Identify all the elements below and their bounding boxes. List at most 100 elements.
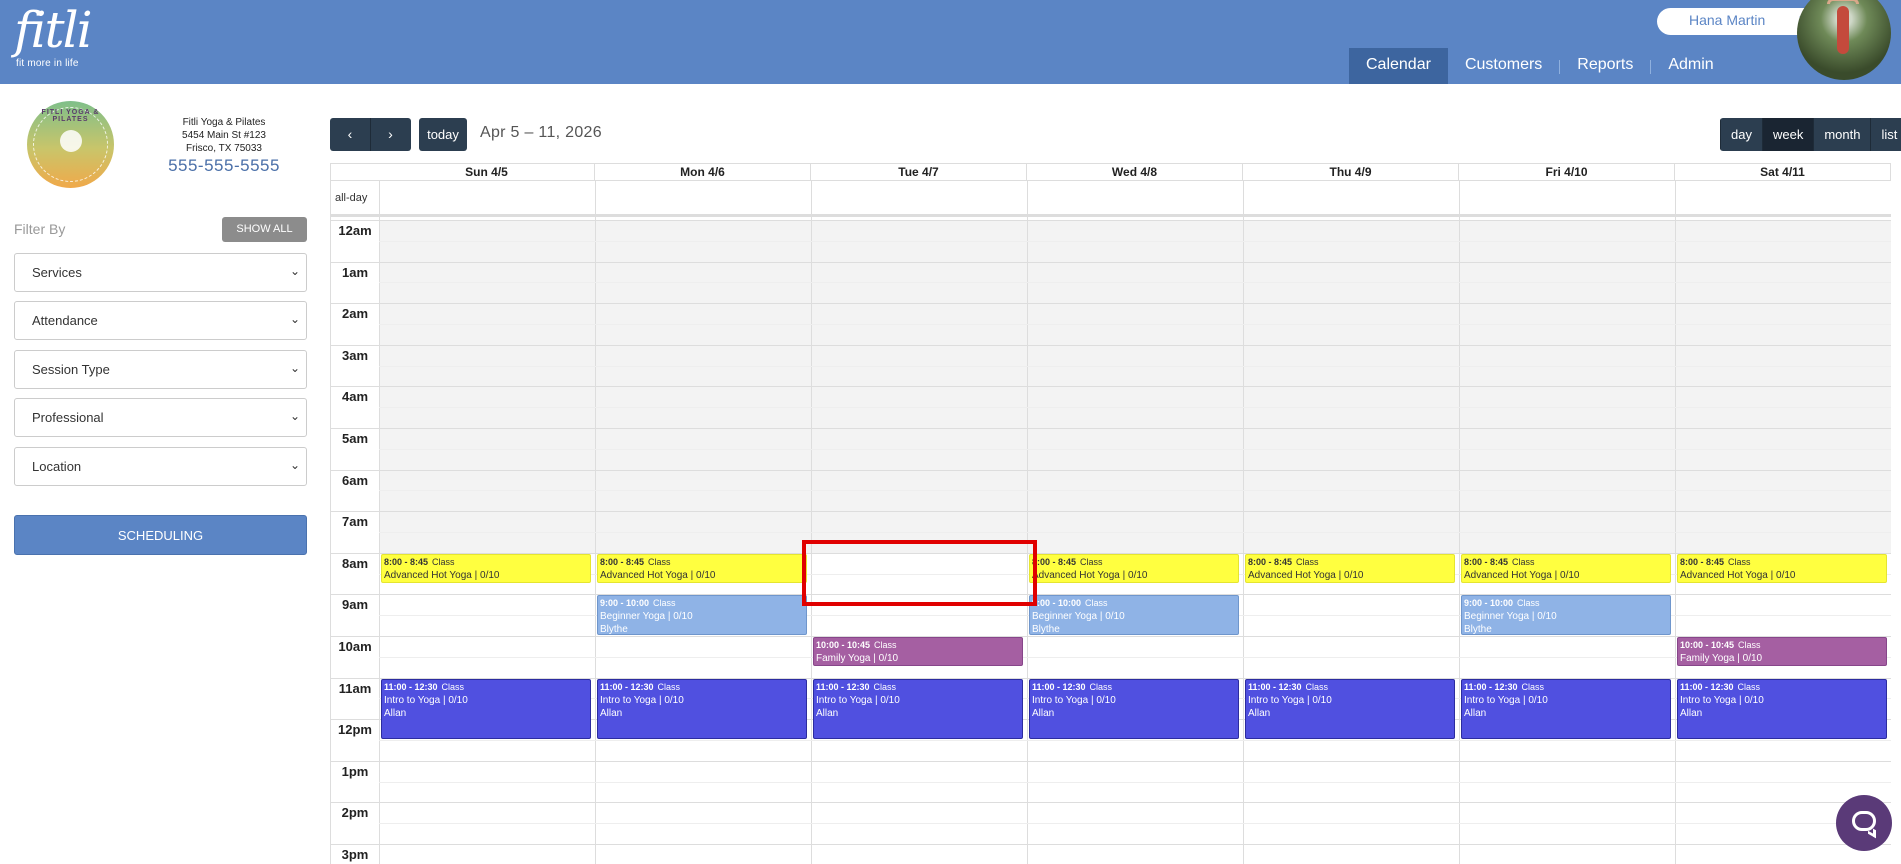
hour-line: [331, 844, 1891, 845]
nav-calendar[interactable]: Calendar: [1349, 48, 1448, 84]
event-instructor: Allan: [1032, 707, 1055, 719]
calendar-event[interactable]: 8:00 - 8:45 Class Advanced Hot Yoga | 0/10: [381, 553, 591, 583]
logo-tagline: fit more in life: [16, 58, 79, 69]
filter-location[interactable]: Location ⌄: [14, 447, 307, 486]
event-title: Advanced Hot Yoga | 0/10: [600, 569, 716, 581]
event-instructor: Allan: [1464, 707, 1487, 719]
view-week[interactable]: week: [1761, 118, 1814, 151]
nav-reports[interactable]: Reports: [1560, 48, 1650, 84]
calendar-event[interactable]: 11:00 - 12:30 Class Intro to Yoga | 0/10 Al…: [381, 678, 591, 739]
filter-professional[interactable]: Professional ⌄: [14, 398, 307, 437]
prev-button[interactable]: ‹: [330, 118, 370, 151]
studio-name: Fitli Yoga & Pilates: [182, 117, 266, 128]
filter-session-type[interactable]: Session Type ⌄: [14, 350, 307, 389]
today-button[interactable]: today: [419, 118, 467, 151]
event-time: 8:00 - 8:45: [1464, 556, 1509, 567]
calendar-event[interactable]: 11:00 - 12:30 Class Intro to Yoga | 0/10 Al…: [1461, 678, 1671, 739]
event-kind: Class: [1305, 681, 1329, 692]
event-time: 11:00 - 12:30: [1464, 681, 1518, 692]
day-header[interactable]: Sun 4/5: [379, 164, 595, 180]
avatar[interactable]: [1797, 0, 1891, 80]
calendar-event[interactable]: 11:00 - 12:30 Class Intro to Yoga | 0/10 Al…: [813, 678, 1023, 739]
calendar-event[interactable]: 11:00 - 12:30 Class Intro to Yoga | 0/10 Al…: [1245, 678, 1455, 739]
day-header[interactable]: Wed 4/8: [1027, 164, 1243, 180]
event-title: Advanced Hot Yoga | 0/10: [1464, 569, 1580, 581]
show-all-button[interactable]: SHOW ALL: [222, 217, 307, 242]
main-nav: Calendar Customers Reports Admin: [1349, 48, 1731, 84]
event-time: 11:00 - 12:30: [1248, 681, 1302, 692]
event-instructor: Blythe: [1032, 624, 1060, 635]
half-hour-line: [379, 448, 1891, 450]
calendar-event[interactable]: 11:00 - 12:30 Class Intro to Yoga | 0/10 Al…: [1677, 678, 1887, 739]
hour-label: 12am: [338, 223, 372, 238]
nav-admin[interactable]: Admin: [1651, 48, 1730, 84]
view-month[interactable]: month: [1813, 118, 1871, 151]
calendar-event[interactable]: 9:00 - 10:00 Class Beginner Yoga | 0/10 Bly…: [1461, 595, 1671, 635]
calendar-event[interactable]: 9:00 - 10:00 Class Beginner Yoga | 0/10 Bly…: [1029, 595, 1239, 635]
chat-button[interactable]: [1836, 795, 1892, 851]
filter-label: Attendance: [32, 313, 98, 328]
studio-phone[interactable]: 555-555-5555: [150, 156, 298, 176]
calendar-event[interactable]: 8:00 - 8:45 Class Advanced Hot Yoga | 0/10: [1245, 553, 1455, 583]
view-day[interactable]: day: [1720, 118, 1762, 151]
avatar-arms: [1827, 0, 1859, 4]
hour-line: [331, 428, 1891, 429]
event-time-line: 11:00 - 12:30 Class: [1248, 681, 1452, 694]
event-title: Intro to Yoga | 0/10: [816, 694, 900, 706]
half-hour-line: [379, 823, 1891, 825]
studio-address-line1: 5454 Main St #123: [182, 130, 266, 141]
next-button[interactable]: ›: [370, 118, 410, 151]
avatar-figure: [1837, 6, 1849, 54]
event-title: Beginner Yoga | 0/10: [600, 611, 693, 623]
hour-label: 1am: [341, 264, 369, 280]
event-kind: Class: [653, 598, 676, 609]
half-hour-line: [379, 532, 1891, 533]
filter-label: Location: [32, 459, 82, 474]
event-time-line: 10:00 - 10:45 Class: [816, 639, 1020, 652]
event-time-line: 9:00 - 10:00 Class: [1032, 597, 1236, 610]
hour-label: 2am: [341, 306, 369, 322]
hour-label: 12pm: [338, 722, 372, 738]
filter-attendance[interactable]: Attendance ⌄: [14, 301, 307, 340]
event-time-line: 11:00 - 12:30 Class: [600, 681, 804, 694]
event-title: Advanced Hot Yoga | 0/10: [384, 569, 500, 581]
logo-word: fitli: [14, 1, 93, 59]
event-time: 8:00 - 8:45: [1248, 556, 1293, 567]
scheduling-button[interactable]: SCHEDULING: [14, 515, 307, 555]
event-instructor: Allan: [1680, 707, 1703, 719]
filter-services[interactable]: Services ⌄: [14, 253, 307, 292]
fitli-logo[interactable]: fitli fit more in life: [14, 1, 104, 72]
calendar-event[interactable]: 8:00 - 8:45 Class Advanced Hot Yoga | 0/10: [1677, 553, 1887, 583]
day-header[interactable]: Tue 4/7: [811, 164, 1027, 180]
event-kind: Class: [648, 556, 671, 567]
event-kind: Class: [1080, 556, 1103, 567]
all-day-row[interactable]: [331, 180, 1891, 217]
calendar-event[interactable]: 10:00 - 10:45 Class Family Yoga | 0/10: [1677, 637, 1887, 667]
event-kind: Class: [1521, 681, 1545, 692]
day-header[interactable]: Sat 4/11: [1675, 164, 1891, 180]
hour-label: 9am: [341, 597, 369, 613]
day-header[interactable]: Mon 4/6: [595, 164, 811, 180]
hour-label: 2pm: [341, 805, 369, 821]
calendar-event[interactable]: 8:00 - 8:45 Class Advanced Hot Yoga | 0/10: [597, 553, 807, 583]
event-title: Family Yoga | 0/10: [816, 653, 899, 664]
calendar-event[interactable]: 8:00 - 8:45 Class Advanced Hot Yoga | 0/10: [1461, 553, 1671, 583]
event-time: 11:00 - 12:30: [1032, 681, 1086, 692]
nav-customers[interactable]: Customers: [1448, 48, 1559, 84]
event-instructor: Allan: [1248, 707, 1271, 719]
event-kind: Class: [1738, 640, 1761, 650]
event-kind: Class: [1512, 556, 1535, 567]
day-header[interactable]: Fri 4/10: [1459, 164, 1675, 180]
calendar-event[interactable]: 8:00 - 8:45 Class Advanced Hot Yoga | 0/10: [1029, 553, 1239, 583]
event-time-line: 8:00 - 8:45 Class: [1680, 556, 1884, 569]
calendar-event[interactable]: 11:00 - 12:30 Class Intro to Yoga | 0/10 Al…: [1029, 678, 1239, 739]
event-kind: Class: [874, 640, 897, 650]
event-title: Advanced Hot Yoga | 0/10: [1248, 569, 1364, 581]
event-kind: Class: [1296, 556, 1319, 567]
calendar-event[interactable]: 11:00 - 12:30 Class Intro to Yoga | 0/10 Al…: [597, 678, 807, 739]
studio-info: Fitli Yoga & Pilates 5454 Main St #123 F…: [150, 116, 298, 155]
calendar-event[interactable]: 9:00 - 10:00 Class Beginner Yoga | 0/10 Bly…: [597, 595, 807, 635]
calendar-event[interactable]: 10:00 - 10:45 Class Family Yoga | 0/10: [813, 637, 1023, 667]
day-header[interactable]: Thu 4/9: [1243, 164, 1459, 180]
view-list[interactable]: list: [1870, 118, 1901, 151]
